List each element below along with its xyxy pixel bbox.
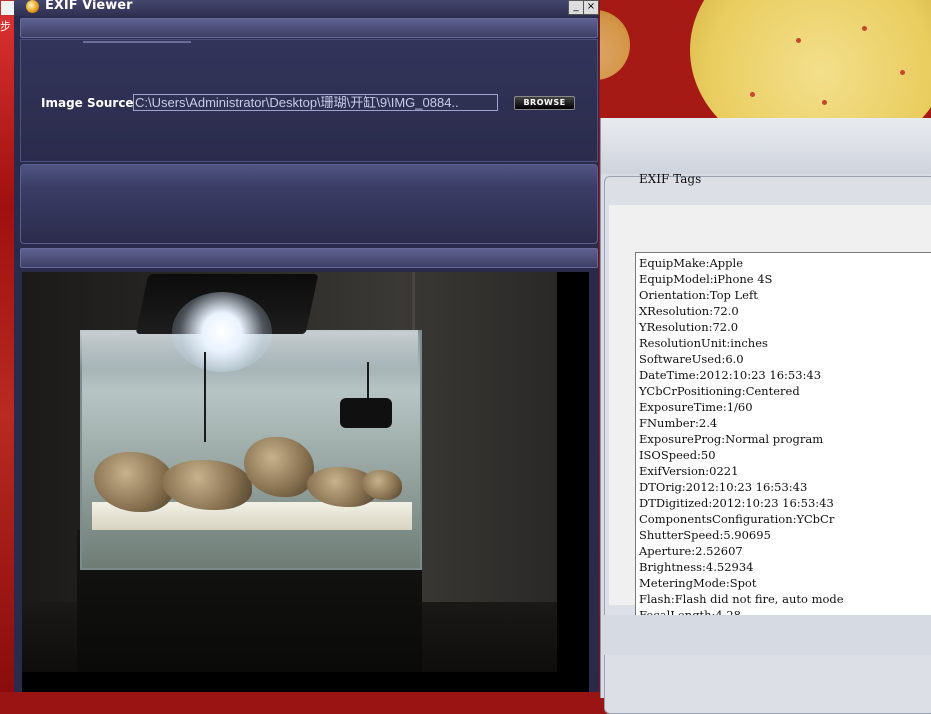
- exif-tag-item: Orientation:Top Left: [639, 288, 758, 302]
- exif-tag-item: XResolution:72.0: [639, 304, 739, 318]
- window-title: EXIF Viewer: [45, 0, 133, 13]
- window-titlebar[interactable]: EXIF Viewer _ ×: [14, 0, 599, 16]
- exif-tags-window-titlebar[interactable]: [601, 118, 931, 174]
- exif-tags-list[interactable]: EquipMake:Apple EquipModel:iPhone 4S Orien…: [635, 252, 931, 619]
- exif-tag-item: EquipMake:Apple: [639, 256, 743, 270]
- exif-tag-item: ResolutionUnit:inches: [639, 336, 768, 350]
- middle-panel: [20, 164, 598, 244]
- exif-tag-item: YCbCrPositioning:Centered: [639, 384, 800, 398]
- exif-tag-item: ExposureTime:1/60: [639, 400, 753, 414]
- exif-tag-item: ShutterSpeed:5.90695: [639, 528, 771, 542]
- browse-button[interactable]: BROWSE: [514, 96, 575, 110]
- exif-tag-item: ComponentsConfiguration:YCbCr: [639, 512, 835, 526]
- exif-tag-item: EquipModel:iPhone 4S: [639, 272, 773, 286]
- exif-tag-item: DTDigitized:2012:10:23 16:53:43: [639, 496, 834, 510]
- image-source-label: Image Source: [41, 96, 134, 110]
- image-preview: [22, 272, 589, 692]
- exif-tag-item: ExposureProg:Normal program: [639, 432, 824, 446]
- image-source-panel: Image Source C:\Users\Administrator\Desk…: [20, 39, 598, 162]
- top-toolbar-strip: [20, 18, 598, 38]
- exif-tag-item: DateTime:2012:10:23 16:53:43: [639, 368, 822, 382]
- exif-tag-item: FNumber:2.4: [639, 416, 718, 430]
- exif-tag-item: Aperture:2.52607: [639, 544, 743, 558]
- exif-tag-item: SoftwareUsed:6.0: [639, 352, 744, 366]
- close-button[interactable]: ×: [583, 0, 599, 15]
- exif-tag-item: ExifVersion:0221: [639, 464, 739, 478]
- image-header-strip: [20, 248, 598, 268]
- exif-tag-item: Brightness:4.52934: [639, 560, 754, 574]
- exif-tag-item: YResolution:72.0: [639, 320, 739, 334]
- image-source-input[interactable]: C:\Users\Administrator\Desktop\珊瑚\开缸\9\I…: [133, 94, 498, 111]
- exif-tags-label: EXIF Tags: [639, 172, 702, 186]
- exif-tag-item: Flash:Flash did not fire, auto mode: [639, 592, 844, 606]
- app-icon: [26, 0, 39, 13]
- exif-tag-item: MeteringMode:Spot: [639, 576, 757, 590]
- exif-tag-item: DTOrig:2012:10:23 16:53:43: [639, 480, 808, 494]
- desktop-wallpaper-leaf: [600, 0, 931, 120]
- exif-tag-item: ISOSpeed:50: [639, 448, 716, 462]
- desktop-left-text: 步: [0, 20, 11, 33]
- exif-viewer-window: EXIF Viewer _ × Image Source C:\Users\Ad…: [14, 0, 599, 692]
- exif-tags-window: EXIF Tags EquipMake:Apple EquipModel:iPho…: [600, 118, 931, 714]
- minimize-button[interactable]: _: [568, 0, 584, 15]
